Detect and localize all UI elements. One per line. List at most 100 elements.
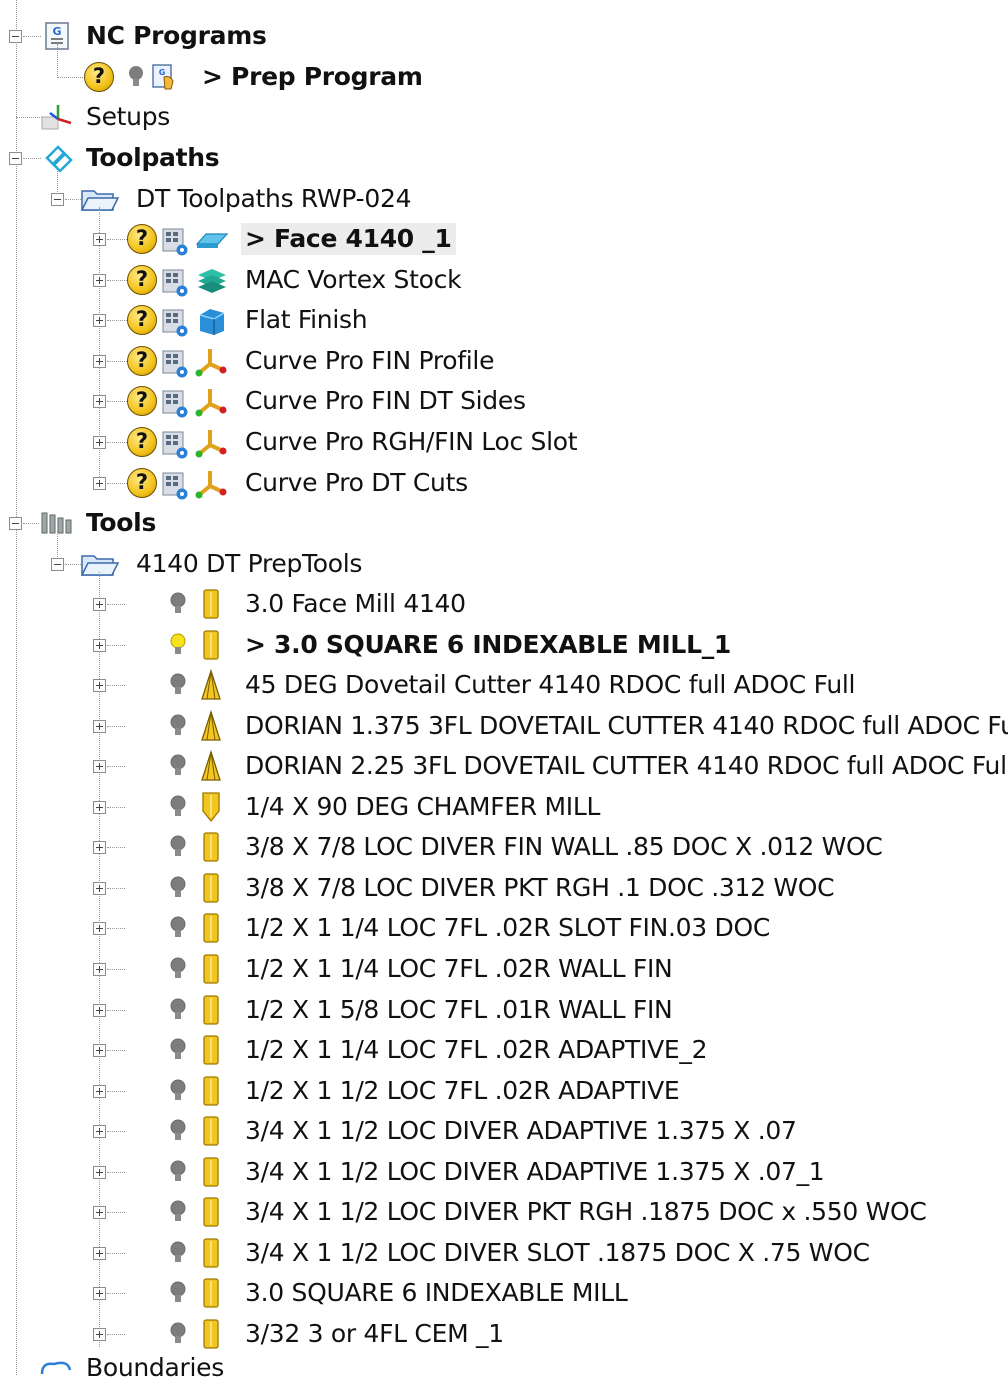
node-label: 3/4 X 1 1/2 LOC DIVER ADAPTIVE 1.375 X .…: [245, 1116, 797, 1146]
tree-node-nc-programs[interactable]: G NC Programs: [0, 16, 1008, 56]
tree-node-boundaries[interactable]: Boundaries: [0, 1348, 1008, 1388]
tree-node-tools[interactable]: Tools: [0, 503, 1008, 543]
lightbulb-off-icon[interactable]: [170, 916, 186, 940]
lightbulb-off-icon[interactable]: [170, 673, 186, 697]
lightbulb-off-icon[interactable]: [170, 1079, 186, 1103]
expand-toggle[interactable]: [93, 1327, 106, 1341]
tree-node-toolpath-folder[interactable]: DT Toolpaths RWP-024: [0, 179, 1008, 219]
node-label: 45 DEG Dovetail Cutter 4140 RDOC full AD…: [245, 670, 856, 700]
lightbulb-on-icon[interactable]: [170, 633, 186, 657]
tool-item[interactable]: 1/4 X 90 DEG CHAMFER MILL: [0, 787, 1008, 827]
expand-toggle[interactable]: [93, 436, 106, 449]
lightbulb-off-icon[interactable]: [170, 795, 186, 819]
expand-toggle[interactable]: [93, 1165, 106, 1179]
endmill-tool-icon: [203, 1238, 219, 1268]
tool-item[interactable]: 3/8 X 7/8 LOC DIVER PKT RGH .1 DOC .312 …: [0, 868, 1008, 908]
tool-item[interactable]: 3/4 X 1 1/2 LOC DIVER PKT RGH .1875 DOC …: [0, 1192, 1008, 1232]
expand-toggle[interactable]: [93, 760, 106, 774]
expand-toggle[interactable]: [93, 273, 106, 287]
expand-toggle[interactable]: [93, 314, 106, 328]
tool-item[interactable]: 3/4 X 1 1/2 LOC DIVER ADAPTIVE 1.375 X .…: [0, 1152, 1008, 1192]
lightbulb-off-icon[interactable]: [128, 65, 144, 89]
lightbulb-off-icon[interactable]: [170, 1038, 186, 1062]
expand-toggle[interactable]: [93, 395, 106, 409]
expand-toggle[interactable]: [93, 354, 106, 368]
lightbulb-off-icon[interactable]: [170, 1241, 186, 1265]
expand-toggle[interactable]: [93, 1125, 106, 1139]
endmill-tool-icon: [203, 913, 219, 944]
expand-toggle[interactable]: [93, 598, 106, 611]
tree-node-toolpaths[interactable]: Toolpaths: [0, 138, 1008, 178]
collapse-toggle[interactable]: [51, 558, 64, 571]
tool-item[interactable]: > 3.0 SQUARE 6 INDEXABLE MILL_1: [0, 625, 1008, 665]
tool-item[interactable]: DORIAN 2.25 3FL DOVETAIL CUTTER 4140 RDO…: [0, 746, 1008, 786]
expand-toggle[interactable]: [93, 962, 106, 976]
lightbulb-off-icon[interactable]: [170, 1322, 186, 1346]
lightbulb-off-icon[interactable]: [170, 592, 186, 616]
lightbulb-off-icon[interactable]: [170, 876, 186, 900]
toolpath-item[interactable]: ? Curve Pro RGH/FIN Loc Slot: [0, 422, 1008, 462]
tool-item[interactable]: 1/2 X 1 1/4 LOC 7FL .02R ADAPTIVE_2: [0, 1030, 1008, 1070]
node-label: DORIAN 1.375 3FL DOVETAIL CUTTER 4140 RD…: [245, 710, 1008, 740]
tool-item[interactable]: 3/4 X 1 1/2 LOC DIVER ADAPTIVE 1.375 X .…: [0, 1111, 1008, 1151]
tool-item[interactable]: 3.0 SQUARE 6 INDEXABLE MILL: [0, 1273, 1008, 1313]
collapse-toggle[interactable]: [9, 517, 22, 530]
toolpath-item[interactable]: ? Curve Pro DT Cuts: [0, 463, 1008, 503]
lightbulb-off-icon[interactable]: [170, 1200, 186, 1224]
tool-item[interactable]: 1/2 X 1 1/4 LOC 7FL .02R WALL FIN: [0, 949, 1008, 989]
curve-toolpath-icon: [195, 430, 227, 458]
expand-toggle[interactable]: [93, 719, 106, 733]
lightbulb-off-icon[interactable]: [170, 1160, 186, 1184]
calculate-status-icon: [162, 472, 188, 500]
toolpath-item[interactable]: ? Curve Pro FIN DT Sides: [0, 381, 1008, 421]
expand-toggle[interactable]: [93, 233, 106, 246]
tree-node-setups[interactable]: Setups: [0, 97, 1008, 137]
lightbulb-off-icon[interactable]: [170, 1281, 186, 1305]
node-label: Boundaries: [86, 1353, 224, 1382]
collapse-toggle[interactable]: [9, 152, 22, 165]
expand-toggle[interactable]: [93, 1246, 106, 1260]
tool-item[interactable]: 1/2 X 1 5/8 LOC 7FL .01R WALL FIN: [0, 990, 1008, 1030]
expand-toggle[interactable]: [93, 679, 106, 693]
expand-toggle[interactable]: [93, 881, 106, 895]
collapse-toggle[interactable]: [9, 30, 22, 43]
lightbulb-off-icon[interactable]: [170, 998, 186, 1022]
calculate-status-icon: [162, 309, 188, 337]
expand-toggle[interactable]: [93, 1084, 106, 1098]
calculate-status-icon: [162, 431, 188, 459]
tool-item[interactable]: 3/4 X 1 1/2 LOC DIVER SLOT .1875 DOC X .…: [0, 1233, 1008, 1273]
lightbulb-off-icon[interactable]: [170, 835, 186, 859]
tool-item[interactable]: 3/8 X 7/8 LOC DIVER FIN WALL .85 DOC X .…: [0, 827, 1008, 867]
tool-item[interactable]: 1/2 X 1 1/4 LOC 7FL .02R SLOT FIN.03 DOC: [0, 908, 1008, 948]
expand-toggle[interactable]: [93, 1003, 106, 1017]
expand-toggle[interactable]: [93, 841, 106, 855]
lightbulb-off-icon[interactable]: [170, 714, 186, 738]
expand-toggle[interactable]: [93, 1287, 106, 1301]
tool-item[interactable]: 45 DEG Dovetail Cutter 4140 RDOC full AD…: [0, 665, 1008, 705]
tool-item[interactable]: 3.0 Face Mill 4140: [0, 584, 1008, 624]
expand-toggle[interactable]: [93, 638, 106, 652]
collapse-toggle[interactable]: [51, 193, 64, 206]
node-label: NC Programs: [86, 21, 267, 50]
expand-toggle[interactable]: [93, 1044, 106, 1058]
tool-item[interactable]: 3/32 3 or 4FL CEM _1: [0, 1314, 1008, 1354]
lightbulb-off-icon[interactable]: [170, 957, 186, 981]
toolpath-item[interactable]: ? Curve Pro FIN Profile: [0, 341, 1008, 381]
expand-toggle[interactable]: [93, 922, 106, 936]
expand-toggle[interactable]: [93, 476, 106, 490]
toolpath-item[interactable]: ? MAC Vortex Stock: [0, 260, 1008, 300]
endmill-tool-icon: [203, 1075, 219, 1106]
tree-node-prep-program[interactable]: ? G > Prep Program: [0, 57, 1008, 97]
node-label: Setups: [86, 102, 170, 131]
lightbulb-off-icon[interactable]: [170, 754, 186, 778]
expand-toggle[interactable]: [93, 800, 106, 814]
expand-toggle[interactable]: [93, 1206, 106, 1220]
tool-item[interactable]: 1/2 X 1 1/2 LOC 7FL .02R ADAPTIVE: [0, 1071, 1008, 1111]
toolpath-item[interactable]: ? Flat Finish: [0, 300, 1008, 340]
lightbulb-off-icon[interactable]: [170, 1119, 186, 1143]
tool-item[interactable]: DORIAN 1.375 3FL DOVETAIL CUTTER 4140 RD…: [0, 706, 1008, 746]
endmill-tool-icon: [203, 1197, 219, 1227]
tree-node-tool-folder[interactable]: 4140 DT PrepTools: [0, 544, 1008, 584]
toolpath-item[interactable]: ? > Face 4140 _1: [0, 219, 1008, 259]
node-label: MAC Vortex Stock: [245, 264, 462, 294]
